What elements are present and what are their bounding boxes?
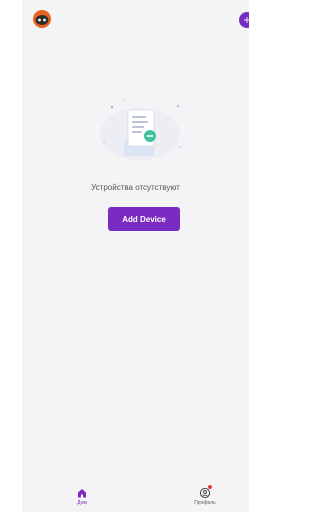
- empty-illustration: [94, 92, 186, 170]
- tab-home[interactable]: Дом: [62, 486, 102, 512]
- robot-cat-logo-icon: [32, 9, 52, 29]
- home-icon: [76, 486, 88, 498]
- tab-profile-label: Профиль: [194, 500, 216, 506]
- app-screen: + Устройства отсутствуют Add Device Дом …: [22, 0, 249, 512]
- notification-badge: [208, 485, 212, 489]
- plus-icon: +: [243, 13, 249, 27]
- add-device-button[interactable]: Add Device: [108, 207, 180, 231]
- empty-message: Устройства отсутствуют: [91, 183, 180, 192]
- tab-profile[interactable]: Профиль: [185, 485, 225, 512]
- add-button[interactable]: +: [239, 12, 249, 28]
- tab-home-label: Дом: [77, 500, 87, 506]
- bottom-tab-bar: Дом Профиль: [22, 482, 249, 512]
- profile-icon: [199, 485, 212, 499]
